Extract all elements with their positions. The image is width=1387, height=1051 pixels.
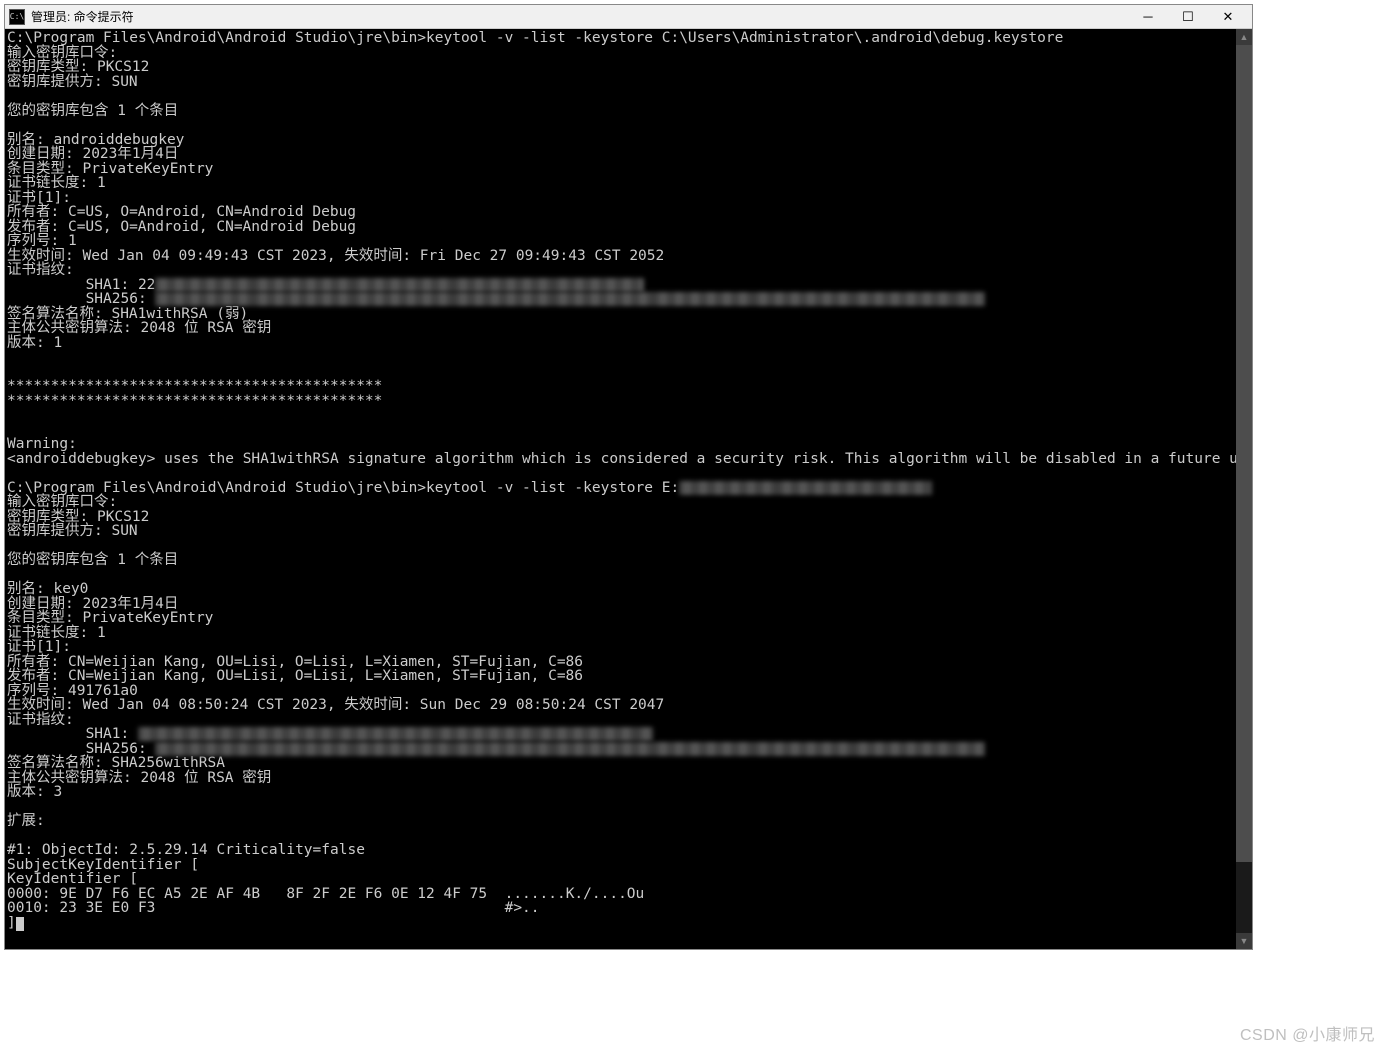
output-line: 生效时间: Wed Jan 04 08:50:24 CST 2023, 失效时间… [7,697,664,713]
close-button[interactable]: ✕ [1208,6,1248,28]
redacted-sha256: XX:XX:XX:XX:XX:XX:XX:XX:XX:XX:XX:XX:XX:X… [155,742,984,756]
output-line: ****************************************… [7,393,382,409]
console-window: C:\ 管理员: 命令提示符 ─ ☐ ✕ C:\Program Files\An… [4,4,1253,950]
output-line: 您的密钥库包含 1 个条目 [7,552,178,568]
scroll-up-button[interactable]: ▲ [1236,29,1252,45]
scroll-down-button[interactable]: ▼ [1236,933,1252,949]
output-line: 生效时间: Wed Jan 04 09:49:43 CST 2023, 失效时间… [7,248,664,264]
output-line: C:\Program Files\Android\Android Studio\… [7,30,1063,46]
redacted-path: \path\to\keystore.jks [679,481,932,495]
output-line: 0010: 23 3E E0 F3 #>.. [7,900,540,916]
scroll-thumb[interactable] [1236,45,1252,862]
cmd-icon: C:\ [9,9,25,25]
output-line: 版本: 1 [7,335,62,351]
redacted-sha256: XX:XX:XX:XX:XX:XX:XX:XX:XX:XX:XX:XX:XX:X… [155,292,984,306]
titlebar[interactable]: C:\ 管理员: 命令提示符 ─ ☐ ✕ [5,5,1252,29]
redacted-sha1: XX:XX:XX:XX:XX:XX:XX:XX:XX:XX:XX:XX:XX:X… [155,278,644,292]
output-line: 版本: 3 [7,784,62,800]
output-line: <androiddebugkey> uses the SHA1withRSA s… [7,451,1236,467]
output-line: 您的密钥库包含 1 个条目 [7,103,178,119]
window-controls: ─ ☐ ✕ [1128,6,1248,28]
terminal-output[interactable]: C:\Program Files\Android\Android Studio\… [5,29,1236,949]
watermark: CSDN @小康师兄 [1240,1021,1375,1045]
vertical-scrollbar[interactable]: ▲ ▼ [1236,29,1252,949]
cursor [16,917,24,931]
redacted-sha1: XX:XX:XX:XX:XX:XX:XX:XX:XX:XX:XX:XX:XX:X… [138,727,653,741]
maximize-button[interactable]: ☐ [1168,6,1208,28]
output-line: 密钥库提供方: SUN [7,523,138,539]
minimize-button[interactable]: ─ [1128,6,1168,28]
scroll-track[interactable] [1236,45,1252,933]
output-line: 密钥库提供方: SUN [7,74,138,90]
terminal-area: C:\Program Files\Android\Android Studio\… [5,29,1252,949]
window-title: 管理员: 命令提示符 [31,8,1128,25]
output-line: ] [7,915,16,931]
output-line: 扩展: [7,813,45,829]
